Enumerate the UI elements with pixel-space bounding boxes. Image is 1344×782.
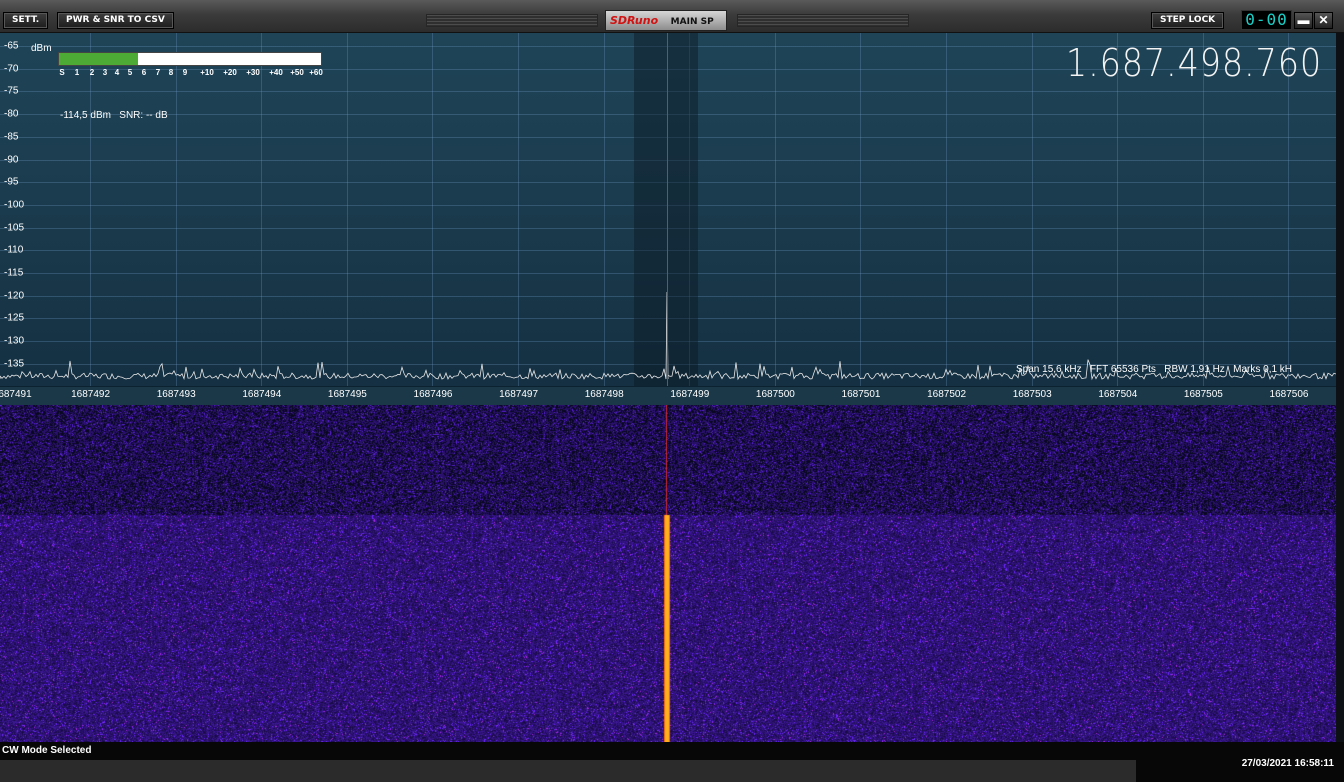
freq-tick-label: 1687497 xyxy=(499,389,539,400)
freq-tick-label: 1687498 xyxy=(584,389,624,400)
brand-panel: SDRuno MAIN SP xyxy=(605,10,727,31)
waterfall-display[interactable] xyxy=(0,405,1336,742)
minimize-button[interactable]: ▬ xyxy=(1294,12,1313,29)
freq-tick-label: 1687495 xyxy=(327,389,367,400)
frequency-scale[interactable]: 687491 1687492 1687493 1687494 1687495 168749… xyxy=(0,386,1336,406)
freq-tick-label: 1687506 xyxy=(1269,389,1309,400)
waterfall-canvas xyxy=(0,405,1336,742)
title-bar: SETT. PWR & SNR TO CSV SDRuno MAIN SP ST… xyxy=(0,0,1344,33)
freq-tick-label: 1687502 xyxy=(927,389,967,400)
freq-tick-label: 1687493 xyxy=(156,389,196,400)
freq-tick-label: 1687503 xyxy=(1012,389,1052,400)
freq-tick-label: 1687494 xyxy=(242,389,282,400)
freq-tick-label: 1687499 xyxy=(670,389,710,400)
settings-button[interactable]: SETT. xyxy=(3,12,49,29)
spectrum-trace xyxy=(0,291,1336,381)
close-button[interactable]: ✕ xyxy=(1314,12,1333,29)
status-bottom-strip xyxy=(0,760,1136,782)
freq-tick-label: 1687505 xyxy=(1183,389,1223,400)
drag-handle-left[interactable] xyxy=(426,14,598,27)
freq-tick-label: 687491 xyxy=(0,389,32,400)
window-name-label: MAIN SP xyxy=(670,17,714,27)
freq-tick-label: 1687504 xyxy=(1098,389,1138,400)
tuning-marker-line[interactable] xyxy=(667,33,668,386)
step-counter-display: 0-00 xyxy=(1241,10,1292,30)
pwr-snr-csv-button[interactable]: PWR & SNR TO CSV xyxy=(57,12,174,29)
freq-tick-label: 1687500 xyxy=(755,389,795,400)
freq-tick-label: 1687492 xyxy=(71,389,111,400)
freq-tick-label: 1687496 xyxy=(413,389,453,400)
freq-tick-label: 1687501 xyxy=(841,389,881,400)
span-fft-info: Span 15,6 kHz FFT 65536 Pts RBW 1,91 Hz … xyxy=(1016,364,1293,375)
step-lock-button[interactable]: STEP LOCK xyxy=(1151,12,1225,29)
spectrum-display[interactable]: -65 -70 -75 -80 -85 -90 -95 -100 -105 -110 -115 -12… xyxy=(0,33,1336,386)
drag-handle-right[interactable] xyxy=(737,14,909,27)
right-border xyxy=(1336,33,1344,742)
mode-status-text: CW Mode Selected xyxy=(2,745,92,756)
date-time-display: 27/03/2021 16:58:11 xyxy=(1241,758,1334,769)
sdruno-logo: SDRuno xyxy=(610,14,659,27)
